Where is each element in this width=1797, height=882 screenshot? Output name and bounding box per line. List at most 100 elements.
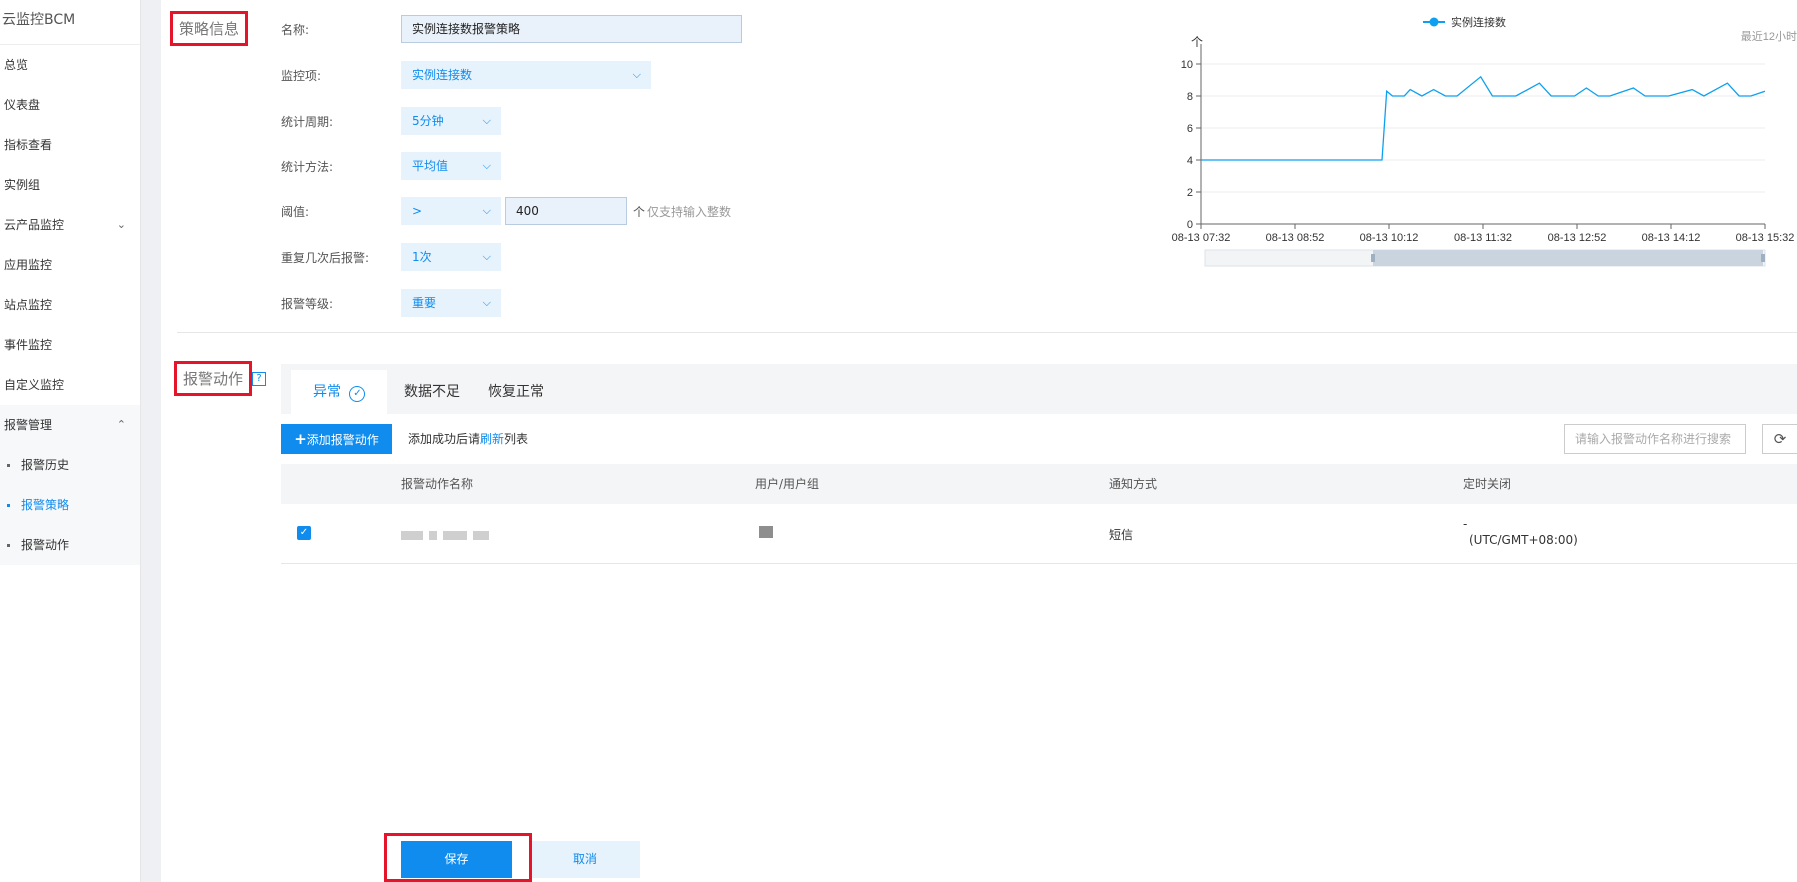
col-notify: 通知方式 [1109,477,1158,491]
cancel-button[interactable]: 取消 [530,841,640,878]
level-select[interactable]: 重要 ⌵ [401,289,501,317]
action-tabs: 异常 ✓ 数据不足 恢复正常 [281,364,1797,414]
sidebar-item-instance-group[interactable]: 实例组 [0,165,140,205]
action-name-redacted [401,529,495,543]
range-label: 最近12小时 [1741,30,1797,43]
y-tick-label: 8 [1187,91,1193,103]
add-action-button[interactable]: +添加报警动作 [281,424,392,454]
chevron-down-icon: ⌵ [632,68,641,81]
x-tick-label: 08-13 14:12 [1642,232,1701,244]
sidebar-gutter [141,0,161,882]
save-highlight-box [384,833,532,882]
name-label: 名称: [281,22,310,37]
app-title: 云监控BCM [0,0,140,45]
schedule-line2: (UTC/GMT+08:00) [1469,533,1578,547]
sidebar: 云监控BCM 总览 仪表盘 指标查看 实例组 云产品监控 ⌄ 应用监控 站点监控… [0,0,141,882]
metric-select[interactable]: 实例连接数 ⌵ [401,61,651,89]
chevron-up-icon: ⌃ [116,418,126,431]
sidebar-item-metrics[interactable]: 指标查看 [0,125,140,165]
range-slider-selection [1373,250,1763,266]
section-title-policy: 策略信息 [170,11,249,46]
range-slider-handle-left [1371,254,1375,262]
sidebar-item-app-monitor[interactable]: 应用监控 [0,245,140,285]
add-action-label: 添加报警动作 [306,433,379,447]
chevron-down-icon: ⌵ [482,114,491,127]
x-tick-label: 08-13 10:12 [1360,232,1419,244]
sidebar-item-event-monitor[interactable]: 事件监控 [0,325,140,365]
period-select-value: 5分钟 [412,114,444,128]
repeat-select[interactable]: 1次 ⌵ [401,243,501,271]
chevron-down-icon: ⌵ [482,204,491,217]
form-row-name: 名称: 实例连接数报警策略 [281,15,742,43]
y-unit-label: 个 [1191,35,1203,49]
threshold-operator-select[interactable]: > ⌵ [401,197,501,225]
x-tick-label: 08-13 11:32 [1454,232,1512,244]
y-tick-label: 6 [1187,123,1193,135]
add-tip-suffix: 列表 [504,432,529,446]
tab-abnormal[interactable]: 异常 ✓ [291,370,388,414]
sidebar-item-custom-monitor[interactable]: 自定义监控 [0,365,140,405]
sidebar-item-cloud-product[interactable]: 云产品监控 ⌄ [0,205,140,245]
x-tick-label: 08-13 12:52 [1548,232,1607,244]
row-checkbox[interactable]: ✓ [297,526,311,540]
metric-select-value: 实例连接数 [412,68,473,82]
method-select[interactable]: 平均值 ⌵ [401,152,501,180]
tab-label: 异常 [313,384,341,400]
name-input[interactable]: 实例连接数报警策略 [401,15,742,43]
y-tick-label: 0 [1187,219,1193,231]
sidebar-item-overview[interactable]: 总览 [0,45,140,85]
section-divider [177,332,1797,333]
notify-method: 短信 [1109,528,1134,542]
threshold-hint: 仅支持输入整数 [647,204,732,219]
col-users: 用户/用户组 [755,477,820,491]
x-tick-label: 08-13 15:32 [1736,232,1795,244]
x-tick-label: 08-13 08:52 [1266,232,1325,244]
x-tick-label: 08-13 07:32 [1172,232,1231,244]
sidebar-item-label: 报警管理 [4,418,53,432]
chart-svg: 0 2 4 6 8 10 个 08-13 07:32 08-13 08:52 08-13 10:1… [1172,15,1797,267]
help-icon[interactable]: ? [252,372,266,386]
action-search-input[interactable]: 请输入报警动作名称进行搜索 [1564,424,1746,454]
sidebar-subitem-alarm-policy[interactable]: 报警策略 [0,485,140,525]
threshold-label: 阈值: [281,204,310,219]
repeat-label: 重复几次后报警: [281,250,370,265]
threshold-operator-value: > [412,204,423,218]
col-schedule: 定时关闭 [1463,477,1512,491]
form-row-repeat: 重复几次后报警: 1次 ⌵ [281,243,501,271]
y-tick-label: 2 [1187,187,1193,199]
period-select[interactable]: 5分钟 ⌵ [401,107,501,135]
repeat-select-value: 1次 [412,250,432,264]
sidebar-item-label: 云产品监控 [4,218,65,232]
legend-marker [1429,17,1439,27]
add-tip: 添加成功后请刷新列表 [408,424,528,454]
threshold-unit: 个 [633,204,646,219]
metric-label: 监控项: [281,68,322,83]
refresh-link[interactable]: 刷新 [480,432,504,446]
sidebar-item-alarm-management[interactable]: 报警管理 ⌃ [0,405,140,445]
level-label: 报警等级: [281,296,334,311]
add-tip-prefix: 添加成功后请 [408,432,481,446]
method-label: 统计方法: [281,159,334,174]
threshold-input[interactable]: 400 [505,197,627,225]
table-row: ✓ 短信 - (UTC/GMT+08:00) [281,504,1797,564]
sidebar-group-alarm: 报警管理 ⌃ 报警历史 报警策略 报警动作 [0,405,140,565]
sidebar-item-dashboard[interactable]: 仪表盘 [0,85,140,125]
method-select-value: 平均值 [412,159,449,173]
table-header: 报警动作名称 用户/用户组 通知方式 定时关闭 [281,464,1797,504]
y-tick-label: 10 [1181,59,1193,71]
refresh-icon[interactable]: ⟳ [1762,424,1797,454]
sidebar-subitem-alarm-action[interactable]: 报警动作 [0,525,140,565]
section-title-actions: 报警动作 [174,361,253,396]
level-select-value: 重要 [412,296,437,310]
form-row-metric: 监控项: 实例连接数 ⌵ [281,61,651,89]
check-circle-icon: ✓ [349,386,366,402]
sidebar-subitem-alarm-history[interactable]: 报警历史 [0,445,140,485]
period-label: 统计周期: [281,114,334,129]
sidebar-item-site-monitor[interactable]: 站点监控 [0,285,140,325]
schedule-close: - (UTC/GMT+08:00) [1463,516,1578,548]
tab-recovered[interactable]: 恢复正常 [466,370,566,414]
chevron-down-icon: ⌵ [482,296,491,309]
user-redacted [759,526,779,541]
schedule-line1: - [1463,517,1468,531]
col-action-name: 报警动作名称 [401,477,474,491]
